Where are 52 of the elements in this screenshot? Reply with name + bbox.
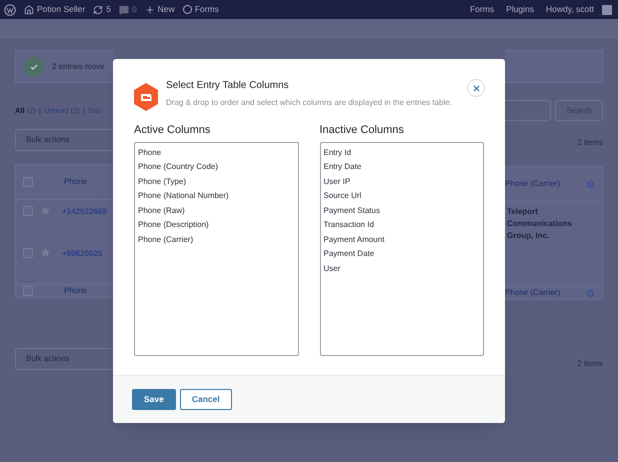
column-item[interactable]: Source Url — [320, 189, 483, 204]
logo-icon — [133, 83, 159, 111]
modal-title: Select Entry Table Columns — [166, 79, 290, 93]
greeting-link[interactable]: Howdy, scott — [546, 3, 594, 16]
column-item[interactable]: Phone (Type) — [135, 174, 298, 189]
column-item[interactable]: Entry Date — [320, 160, 483, 174]
avatar[interactable] — [602, 4, 612, 14]
carrier-text: Teleport Communications Group, Inc. — [507, 206, 573, 242]
admin-bar-link[interactable]: Forms — [470, 3, 494, 16]
column-item[interactable]: Phone (Description) — [135, 218, 298, 232]
column-item[interactable]: Entry Id — [320, 146, 483, 160]
save-button[interactable]: Save — [132, 389, 176, 410]
checkbox[interactable] — [23, 177, 33, 188]
column-item[interactable]: Payment Amount — [320, 232, 483, 247]
comment-icon[interactable] — [118, 4, 129, 14]
settings-icon[interactable] — [585, 178, 596, 190]
checkbox[interactable] — [23, 286, 33, 296]
column-item[interactable]: Transaction Id — [320, 218, 483, 232]
modal-description: Drag & drop to order and select which columns are displayed in the entries table. — [166, 97, 453, 109]
site-link[interactable]: Potion Seller — [37, 3, 86, 16]
updates-icon[interactable] — [93, 4, 104, 14]
checkbox[interactable] — [23, 248, 33, 258]
cancel-button[interactable]: Cancel — [180, 389, 232, 410]
new-link[interactable]: New — [158, 3, 175, 16]
item-count: 2 items — [577, 137, 603, 149]
notice-text: 2 entries move — [52, 60, 104, 72]
forms-link[interactable]: Forms — [194, 3, 219, 16]
star-icon[interactable] — [41, 248, 50, 258]
forms-logo-icon[interactable] — [182, 5, 192, 14]
column-item[interactable]: Phone — [135, 146, 298, 160]
admin-bar-link[interactable]: Plugins — [506, 3, 534, 16]
star-icon[interactable] — [41, 206, 50, 216]
close-button[interactable] — [467, 79, 485, 97]
column-item[interactable]: Phone (Carrier) — [135, 232, 298, 247]
column-item[interactable]: Phone (Country Code) — [135, 160, 298, 174]
plus-icon[interactable] — [144, 4, 155, 14]
settings-icon[interactable] — [585, 288, 596, 298]
column-item[interactable]: Payment Date — [320, 247, 483, 262]
wordpress-logo-icon[interactable] — [4, 4, 16, 16]
updates-count[interactable]: 5 — [106, 3, 111, 16]
column-item[interactable]: User IP — [320, 174, 483, 189]
column-list-heading: Inactive Columns — [320, 123, 405, 138]
column-item[interactable]: User — [320, 262, 483, 276]
item-count: 2 items — [577, 358, 603, 370]
home-icon[interactable] — [24, 4, 34, 14]
column-list-heading: Active Columns — [134, 123, 212, 138]
checkbox[interactable] — [23, 206, 33, 216]
search-field[interactable] — [505, 100, 551, 121]
close-icon — [472, 84, 480, 92]
column-item[interactable]: Payment Status — [320, 204, 483, 218]
column-item[interactable]: Phone (Raw) — [135, 204, 298, 218]
column-item[interactable]: Phone (National Number) — [135, 189, 298, 204]
